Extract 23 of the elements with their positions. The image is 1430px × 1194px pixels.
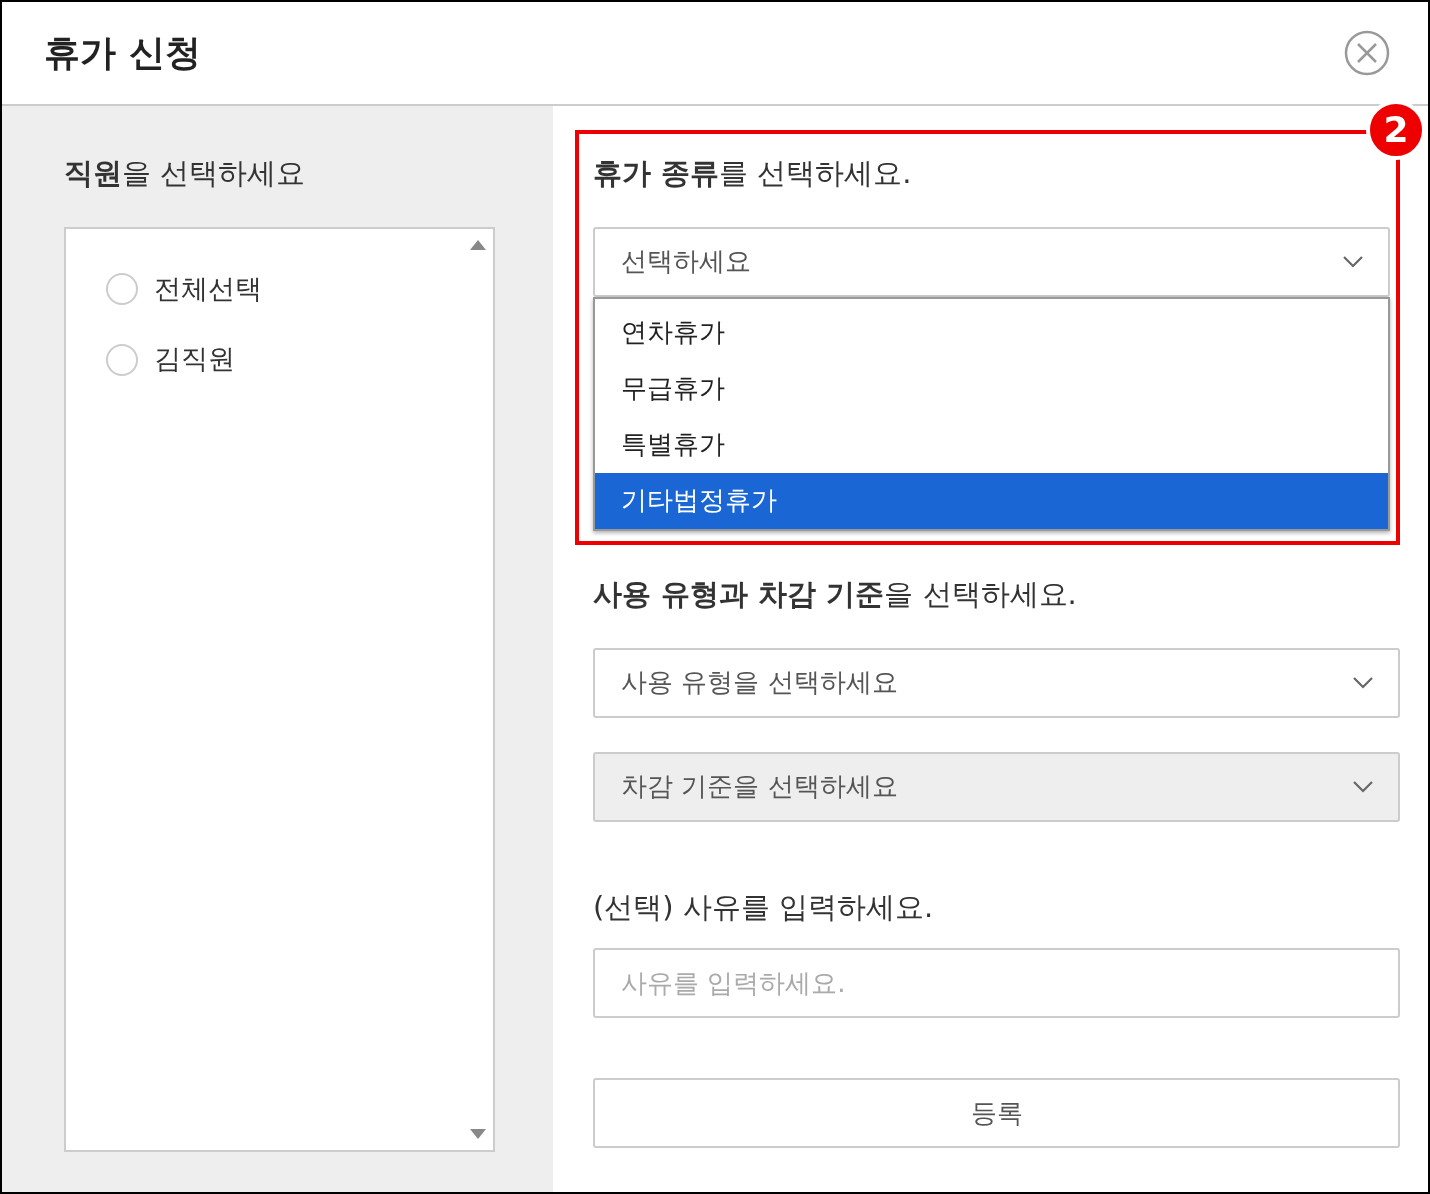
radio-label: 전체선택 [154, 271, 262, 306]
scroll-down-icon[interactable] [469, 1128, 487, 1140]
section-label: 사용 유형과 차감 기준을 선택하세요. [593, 576, 1078, 612]
section-label: 휴가 종류를 선택하세요. [593, 156, 913, 191]
dropdown-option[interactable]: 무급휴가 [595, 360, 1388, 417]
dropdown-option[interactable]: 연차휴가 [595, 304, 1388, 361]
chevron-down-icon [1352, 779, 1374, 794]
dialog-title: 휴가 신청 [44, 31, 201, 75]
dropdown-option[interactable]: 특별휴가 [595, 416, 1388, 473]
section-label: 직원을 선택하세요 [64, 156, 307, 191]
chevron-down-icon [1352, 675, 1374, 690]
dropdown-select[interactable]: 사용 유형을 선택하세요 [593, 647, 1400, 718]
radio-button[interactable] [106, 273, 138, 306]
radio-label: 김직원 [154, 342, 235, 377]
dropdown-select[interactable]: 선택하세요 [593, 226, 1390, 297]
submit-button[interactable]: 등록 [593, 1078, 1400, 1149]
scroll-up-icon[interactable] [469, 238, 487, 251]
chevron-down-icon [1342, 254, 1364, 269]
close-icon[interactable] [1344, 30, 1390, 76]
reason-input-field[interactable]: 사유를 입력하세요. [593, 948, 1400, 1019]
section-label: (선택) 사유를 입력하세요. [593, 889, 935, 925]
dropdown-option[interactable]: 기타법정휴가 [595, 472, 1388, 529]
radio-button[interactable] [106, 343, 138, 376]
